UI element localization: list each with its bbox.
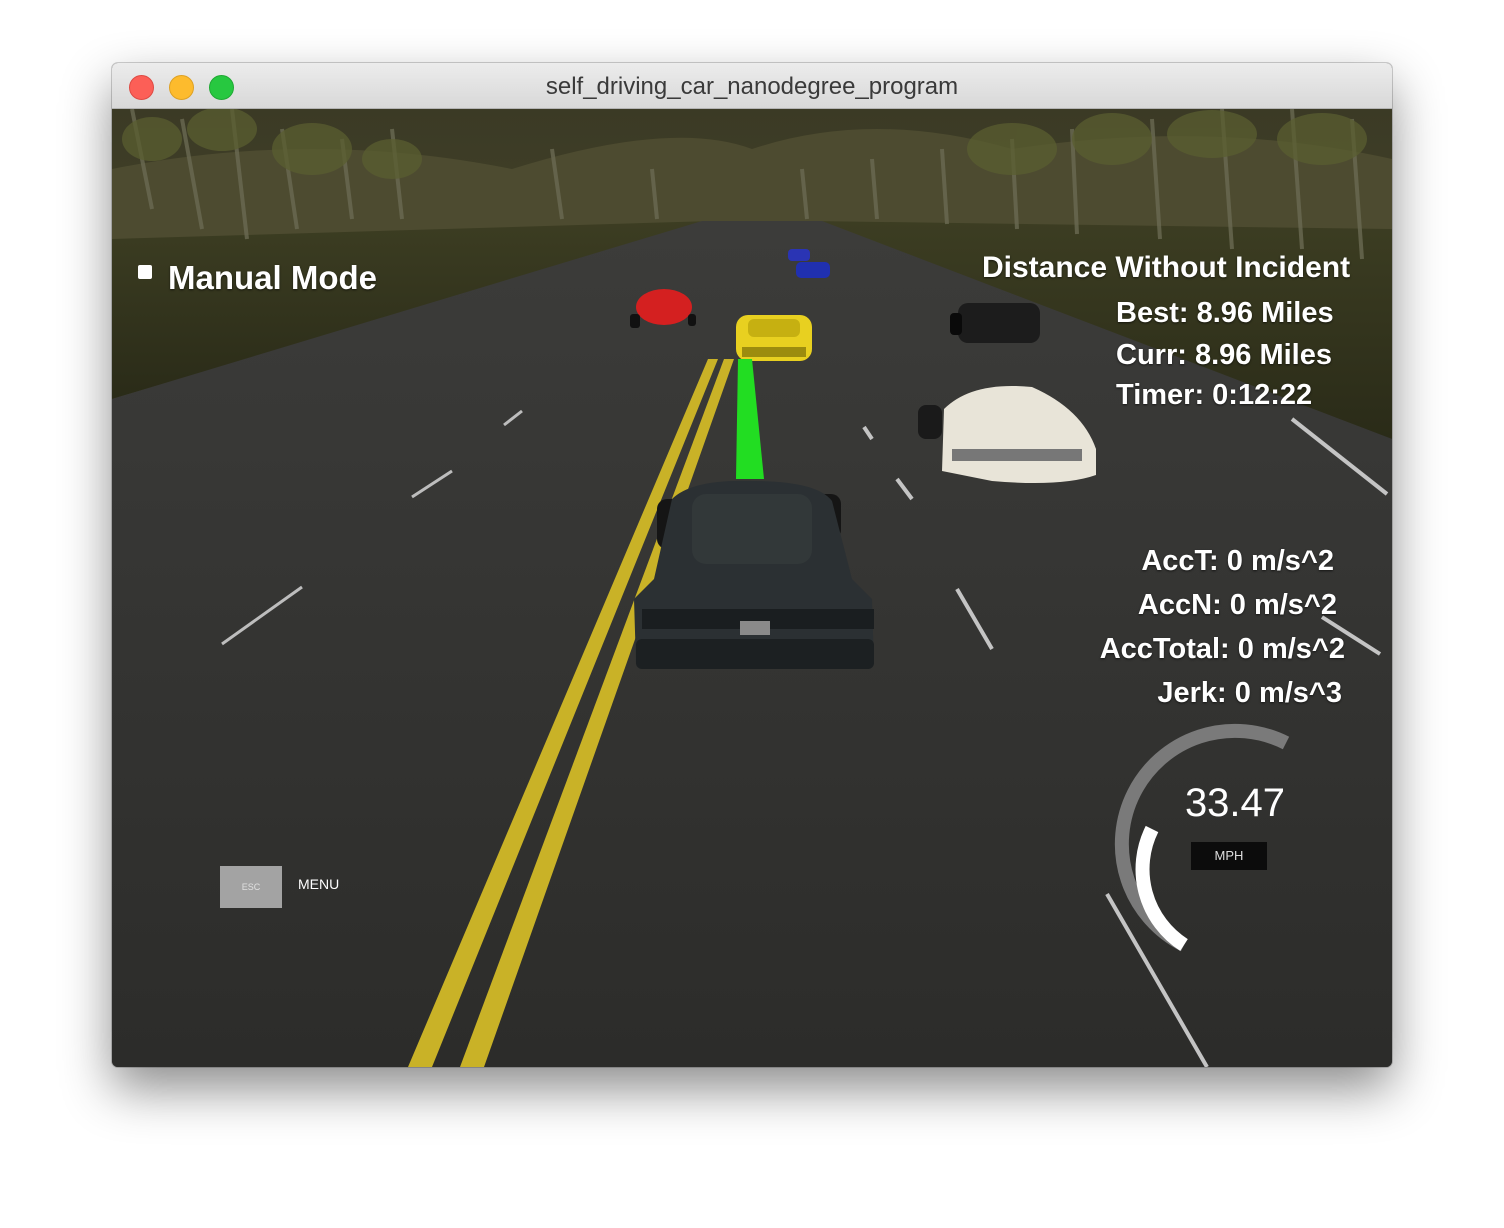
mode-indicator-icon — [138, 265, 152, 279]
menu-label: MENU — [298, 876, 340, 892]
yellow-car — [736, 315, 812, 361]
title-bar: self_driving_car_nanodegree_program — [112, 63, 1392, 109]
normal-acceleration: AccN: 0 m/s^2 — [1137, 589, 1337, 621]
timer: Timer: 0:12:22 — [1116, 379, 1313, 411]
speed-value: 33.47 — [1184, 781, 1286, 825]
best-distance: Best: 8.96 Miles — [1116, 297, 1334, 329]
esc-key-button[interactable]: ESC — [220, 866, 282, 908]
black-car — [950, 303, 1040, 343]
simulator-window: self_driving_car_nanodegree_program Manu… — [112, 63, 1392, 1067]
jerk: Jerk: 0 m/s^3 — [1157, 677, 1342, 709]
game-viewport[interactable]: Manual Mode Distance Without Incident Be… — [112, 109, 1392, 1067]
distance-title: Distance Without Incident — [982, 251, 1351, 284]
window-title: self_driving_car_nanodegree_program — [545, 73, 959, 100]
speed-unit: MPH — [1191, 842, 1267, 870]
mode-label: Manual Mode — [168, 259, 378, 296]
total-acceleration: AccTotal: 0 m/s^2 — [1099, 633, 1345, 665]
tangential-acceleration: AccT: 0 m/s^2 — [1141, 545, 1334, 577]
ego-car — [634, 480, 874, 669]
current-distance: Curr: 8.96 Miles — [1116, 339, 1332, 371]
